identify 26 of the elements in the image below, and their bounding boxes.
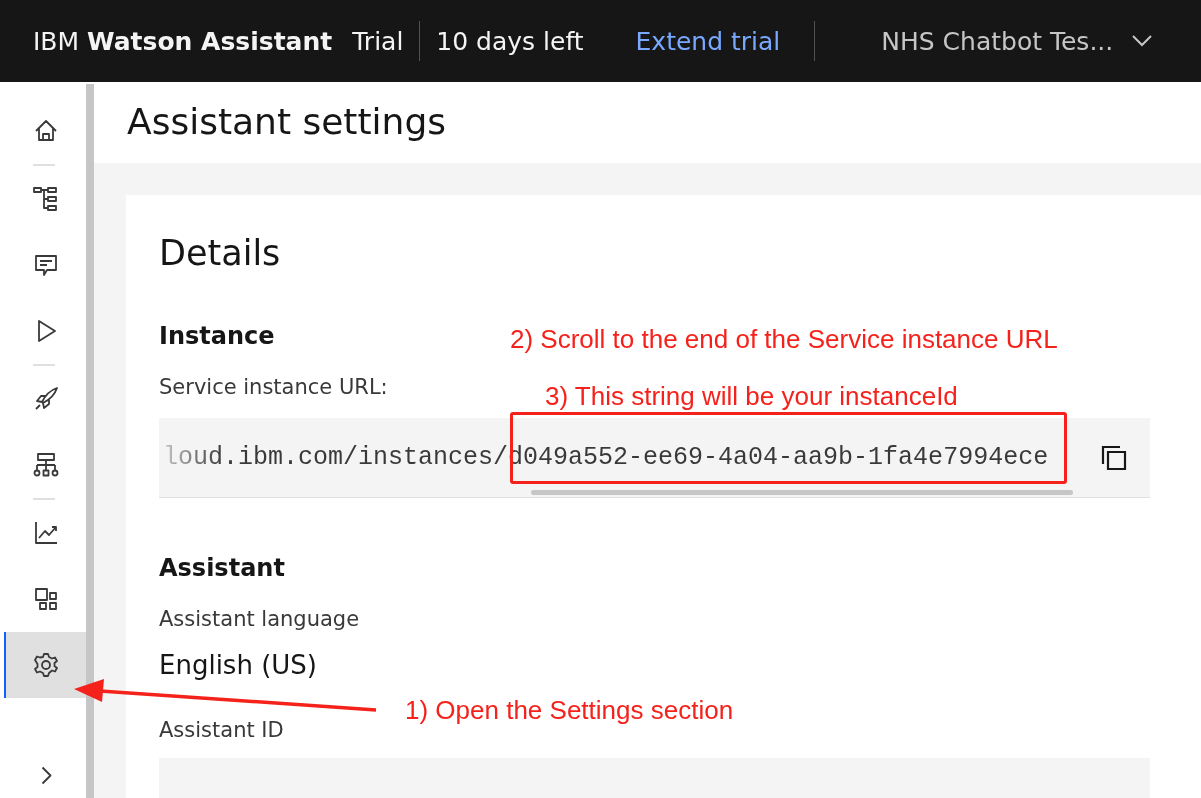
- settings-icon: [32, 651, 60, 679]
- language-label: Assistant language: [159, 607, 360, 631]
- squares-icon: [32, 585, 60, 613]
- assistant-heading: Assistant: [159, 554, 285, 582]
- tree-icon: [32, 185, 60, 213]
- hierarchy-icon: [32, 451, 60, 479]
- copy-icon[interactable]: [1099, 443, 1129, 473]
- assistant-id-label: Assistant ID: [159, 718, 284, 742]
- line-chart-icon: [32, 519, 60, 547]
- extend-trial-link[interactable]: Extend trial: [635, 26, 781, 56]
- scrollbar-thumb[interactable]: [531, 490, 1073, 495]
- page-title: Assistant settings: [127, 101, 446, 142]
- chevron-down-icon: [1131, 34, 1154, 48]
- language-value: English (US): [159, 650, 317, 680]
- section-title: Details: [159, 233, 282, 273]
- trial-days-left: 10 days left: [436, 26, 584, 56]
- nav-settings-button[interactable]: [4, 632, 86, 698]
- instance-heading: Instance: [159, 322, 275, 350]
- chevron-right-icon: [40, 765, 52, 785]
- product-name: IBM Watson Assistant: [33, 26, 333, 56]
- annotation-text: 2) Scroll to the end of the Service instance URL: [510, 324, 1058, 355]
- annotation-text: 1) Open the Settings section: [405, 695, 734, 726]
- url-label: Service instance URL:: [159, 375, 388, 399]
- instance-dropdown[interactable]: NHS Chatbot Tes...: [881, 26, 1154, 56]
- plan-label: Trial: [352, 26, 404, 56]
- annotation-text: 3) This string will be your instanceId: [545, 381, 958, 412]
